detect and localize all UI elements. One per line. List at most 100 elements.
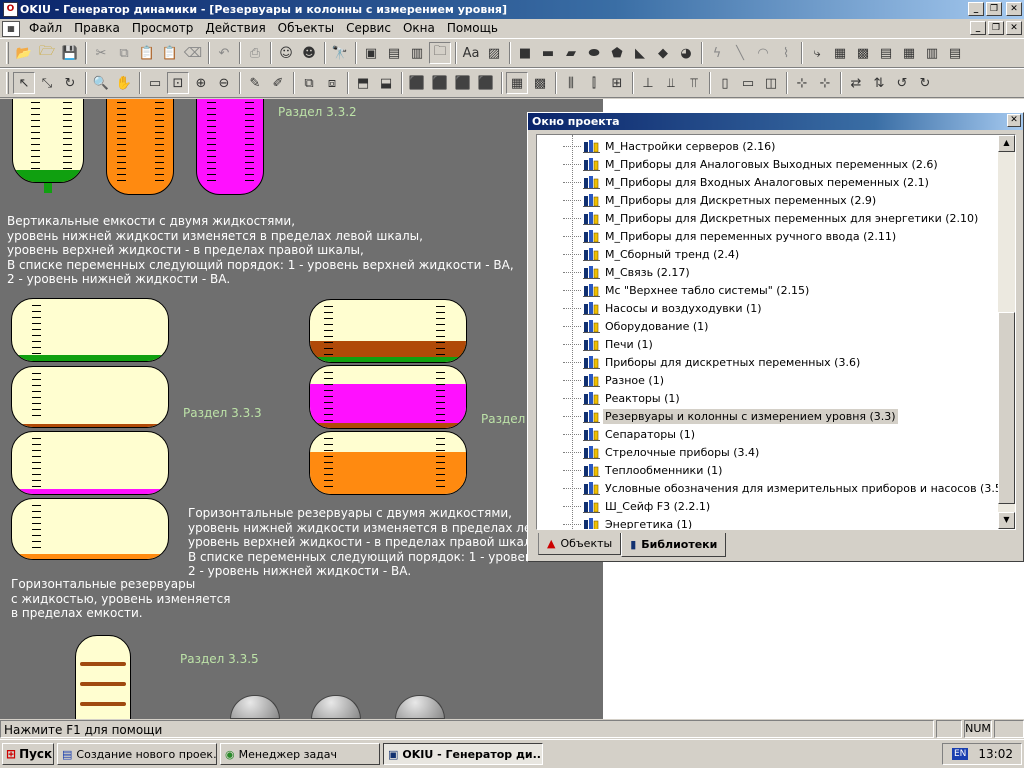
drawing-canvas[interactable]: Раздел 3.3.2 Вертикальные емкости с двум… bbox=[0, 99, 603, 719]
tree-item[interactable]: Насосы и воздуходувки (1) bbox=[563, 299, 764, 317]
vertical-tank-orange[interactable] bbox=[106, 99, 174, 195]
tab-libraries[interactable]: ▮ Библиотеки bbox=[621, 533, 727, 557]
clock[interactable]: 13:02 bbox=[978, 747, 1013, 761]
text-tool-icon[interactable]: Aa bbox=[460, 42, 482, 64]
grid-icon[interactable]: ▦ bbox=[898, 42, 920, 64]
tank-dome-2[interactable] bbox=[311, 695, 361, 719]
users-icon[interactable]: ☻ bbox=[298, 42, 320, 64]
align-baseline-icon[interactable]: ⫫ bbox=[660, 72, 682, 94]
group-icon[interactable]: ⧉ bbox=[298, 72, 320, 94]
horizontal-tank-green[interactable] bbox=[11, 298, 169, 362]
tree-item[interactable]: Энергетика (1) bbox=[563, 515, 694, 529]
tree-item[interactable]: Ш_Сейф F3 (2.2.1) bbox=[563, 497, 712, 515]
language-indicator[interactable]: EN bbox=[951, 748, 969, 760]
tree-item[interactable]: М_Приборы для Аналоговых Выходных переме… bbox=[563, 155, 940, 173]
space-icon[interactable]: ⊞ bbox=[606, 72, 628, 94]
gauge-icon[interactable]: ▤ bbox=[875, 42, 897, 64]
align-center-icon[interactable]: ⬛ bbox=[429, 72, 451, 94]
edit-icon[interactable]: ✐ bbox=[267, 72, 289, 94]
mdi-restore-button[interactable]: ❐ bbox=[988, 21, 1004, 35]
task-button-project[interactable]: ▤ Создание нового проек... bbox=[57, 743, 217, 765]
polyline-icon[interactable]: ⌇ bbox=[775, 42, 797, 64]
window-layout-icon[interactable]: ▣ bbox=[360, 42, 382, 64]
project-window-titlebar[interactable]: Окно проекта ✕ bbox=[528, 113, 1023, 130]
fit-page-icon[interactable]: ▭ bbox=[144, 72, 166, 94]
horizontal-tank-two-liquid-magenta[interactable] bbox=[309, 365, 467, 429]
menu-windows[interactable]: Окна bbox=[397, 19, 441, 38]
align-top-icon[interactable]: ⬛ bbox=[475, 72, 497, 94]
ungroup-icon[interactable]: ⧈ bbox=[321, 72, 343, 94]
scroll-up-button[interactable]: ▲ bbox=[998, 135, 1015, 152]
table-icon[interactable]: ▥ bbox=[921, 42, 943, 64]
flip-v-icon[interactable]: ⇅ bbox=[868, 72, 890, 94]
hand-icon[interactable]: ✋ bbox=[113, 72, 135, 94]
zoom-window-icon[interactable]: ⊡ bbox=[167, 72, 189, 94]
library-tree[interactable]: М_Настройки серверов (2.16) М_Приборы для… bbox=[536, 134, 1016, 530]
vertical-tank-magenta[interactable] bbox=[196, 99, 264, 195]
scroll-thumb[interactable] bbox=[998, 312, 1015, 504]
menu-edit[interactable]: Правка bbox=[68, 19, 126, 38]
send-back-icon[interactable]: ⬓ bbox=[375, 72, 397, 94]
copy-icon[interactable]: ⧉ bbox=[113, 42, 135, 64]
menu-view[interactable]: Просмотр bbox=[126, 19, 200, 38]
undo-icon[interactable]: ↶ bbox=[213, 42, 235, 64]
save-icon[interactable]: 💾 bbox=[59, 42, 81, 64]
freeform-icon[interactable]: ◆ bbox=[652, 42, 674, 64]
snap-icon[interactable]: ▩ bbox=[529, 72, 551, 94]
start-button[interactable]: ⊞ Пуск bbox=[2, 743, 54, 765]
same-width-icon[interactable]: ▭ bbox=[737, 72, 759, 94]
mdi-minimize-button[interactable]: _ bbox=[970, 21, 986, 35]
menu-service[interactable]: Сервис bbox=[340, 19, 397, 38]
line-icon[interactable]: ╲ bbox=[729, 42, 751, 64]
distillation-column[interactable] bbox=[75, 635, 131, 719]
align-bottom-icon[interactable]: ⊥ bbox=[637, 72, 659, 94]
same-height-icon[interactable]: ◫ bbox=[760, 72, 782, 94]
list-icon[interactable]: ▤ bbox=[944, 42, 966, 64]
menu-help[interactable]: Помощь bbox=[441, 19, 504, 38]
horizontal-tank-two-liquid-orange[interactable] bbox=[309, 431, 467, 495]
horizontal-tank-brown[interactable] bbox=[11, 366, 169, 428]
window-titlebar[interactable]: O OKIU - Генератор динамики - [Резервуар… bbox=[0, 0, 1024, 19]
tree-item[interactable]: Резервуары и колонны с измерением уровня… bbox=[563, 407, 898, 425]
tree-item[interactable]: Приборы для дискретных переменных (3.6) bbox=[563, 353, 862, 371]
open-folder-icon[interactable]: 📂 bbox=[13, 42, 35, 64]
tree-item[interactable]: М_Настройки серверов (2.16) bbox=[563, 137, 777, 155]
mdi-close-button[interactable]: ✕ bbox=[1006, 21, 1022, 35]
menu-file[interactable]: Файл bbox=[23, 19, 68, 38]
tree-item[interactable]: Разное (1) bbox=[563, 371, 666, 389]
connector-icon[interactable]: ⤷ bbox=[806, 42, 828, 64]
rotate-right-icon[interactable]: ↻ bbox=[914, 72, 936, 94]
toolbar-grip[interactable] bbox=[6, 42, 9, 64]
zoom-in-icon[interactable]: ⊕ bbox=[190, 72, 212, 94]
tree-item[interactable]: Реакторы (1) bbox=[563, 389, 682, 407]
paste-icon[interactable]: 📋 bbox=[136, 42, 158, 64]
rounded-rect-icon[interactable]: ▰ bbox=[560, 42, 582, 64]
tank-dome-3[interactable] bbox=[395, 695, 445, 719]
reshape-icon[interactable]: ⤡ bbox=[36, 72, 58, 94]
distribute-h-icon[interactable]: ⫼ bbox=[560, 72, 582, 94]
layers-icon[interactable]: ▤ bbox=[383, 42, 405, 64]
menu-objects[interactable]: Объекты bbox=[272, 19, 340, 38]
rotate-icon[interactable]: ↻ bbox=[59, 72, 81, 94]
tree-item[interactable]: М_Приборы для Дискретных переменных для … bbox=[563, 209, 980, 227]
tank-dome-1[interactable] bbox=[230, 695, 280, 719]
horizontal-tank-two-liquid-green[interactable] bbox=[309, 299, 467, 363]
horizontal-tank-orange[interactable] bbox=[11, 498, 169, 560]
tree-item[interactable]: Стрелочные приборы (3.4) bbox=[563, 443, 761, 461]
task-button-task-manager[interactable]: ◉ Менеджер задач bbox=[220, 743, 380, 765]
zigzag-icon[interactable]: ϟ bbox=[706, 42, 728, 64]
user-icon[interactable]: ☺ bbox=[275, 42, 297, 64]
tree-item[interactable]: Мс "Верхнее табло системы" (2.15) bbox=[563, 281, 811, 299]
align-right-icon[interactable]: ⬛ bbox=[452, 72, 474, 94]
tree-item[interactable]: Печи (1) bbox=[563, 335, 655, 353]
flip-h-icon[interactable]: ⇄ bbox=[845, 72, 867, 94]
app-icon[interactable]: O bbox=[3, 2, 18, 17]
vertical-tank-green[interactable] bbox=[12, 99, 84, 183]
image-tool-icon[interactable]: ▨ bbox=[483, 42, 505, 64]
align-middle-icon[interactable]: ⫪ bbox=[683, 72, 705, 94]
grid-toggle-icon[interactable]: ▦ bbox=[506, 72, 528, 94]
bring-front-icon[interactable]: ⬒ bbox=[352, 72, 374, 94]
images-icon[interactable]: ▥ bbox=[406, 42, 428, 64]
delete-icon[interactable]: ⌫ bbox=[182, 42, 204, 64]
zoom-out-icon[interactable]: ⊖ bbox=[213, 72, 235, 94]
